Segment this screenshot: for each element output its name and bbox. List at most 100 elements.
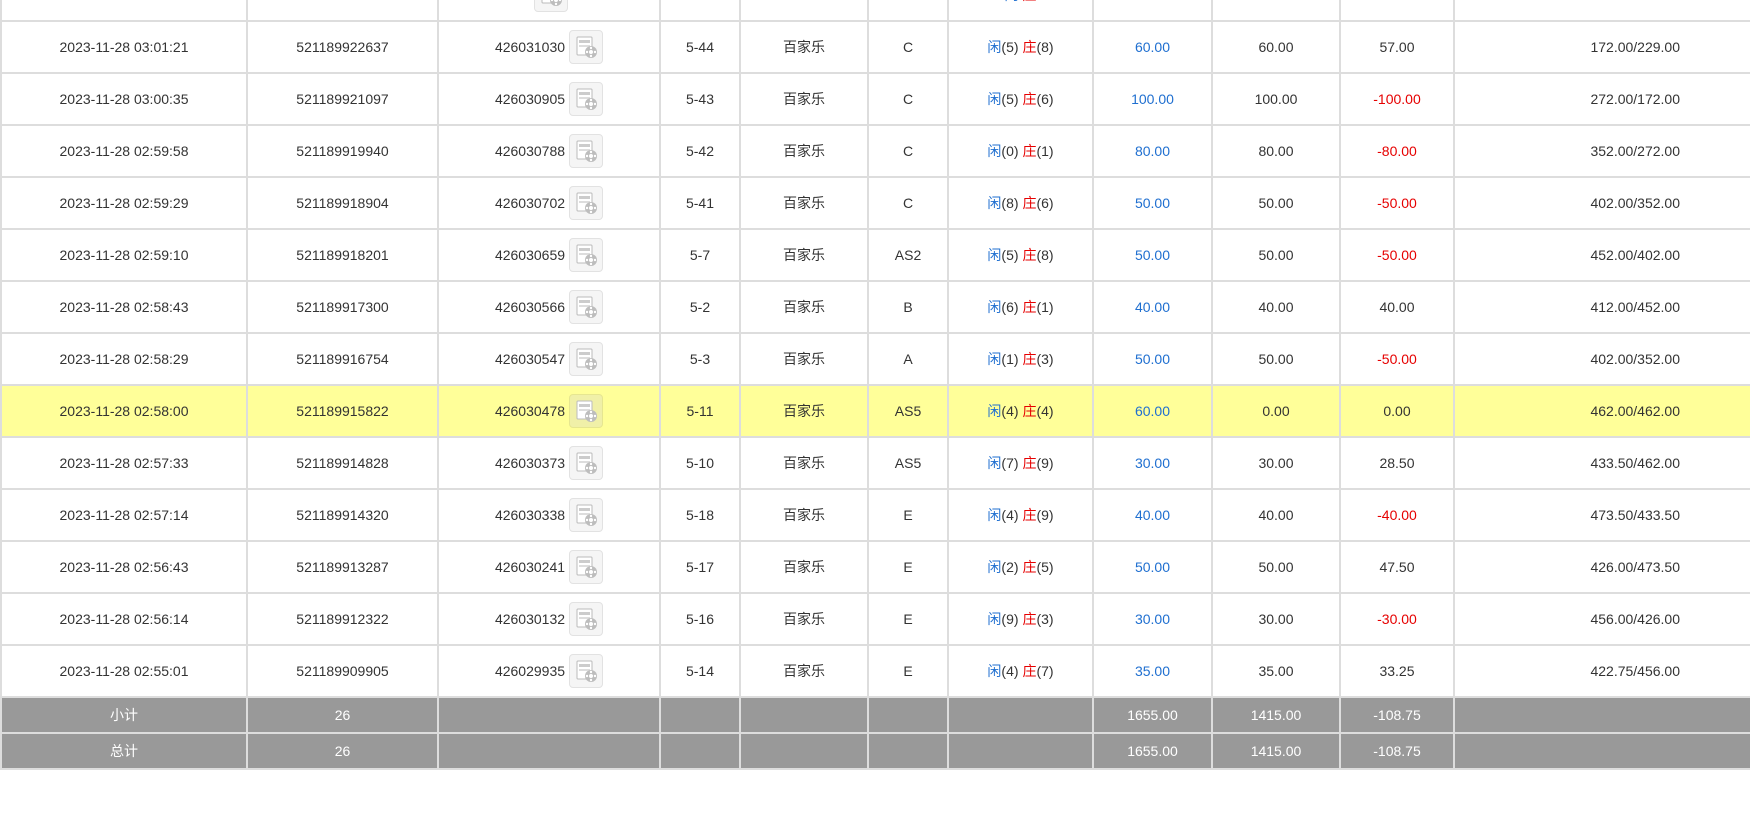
valid-bet: 50.00 [1211, 540, 1341, 594]
subtotal-row: 小计 26 1655.00 1415.00 -108.75 [0, 696, 1750, 734]
banker-label: 庄 [1022, 143, 1037, 159]
bet-time: 2023-11-28 02:58:00 [0, 384, 248, 438]
round-number: 426030478 [494, 403, 566, 419]
player-label: 闲 [1005, 0, 1019, 3]
order-number: 521189921097 [246, 72, 439, 126]
balance: 473.50/433.50 [1453, 488, 1750, 542]
order-number: 521189916754 [246, 332, 439, 386]
balance: 452.00/402.00 [1453, 228, 1750, 282]
order-number: 521189922637 [246, 20, 439, 74]
order-number: 521189918201 [246, 228, 439, 282]
table-name [867, 0, 949, 22]
table-row: 2023-11-28 02:58:00 521189915822 426030478… [0, 384, 1750, 438]
video-replay-icon[interactable] [569, 238, 604, 272]
bet-amount: 40.00 [1092, 488, 1213, 542]
banker-points: (6) [1036, 91, 1054, 107]
banker-label: 庄 [1022, 507, 1037, 523]
player-points: (5) [1001, 247, 1019, 263]
player-label: 闲 [987, 299, 1002, 315]
table-name: A [867, 332, 949, 386]
balance: 462.00/462.00 [1453, 384, 1750, 438]
video-replay-icon[interactable] [569, 498, 604, 532]
game-result: 闲(7) 庄(9) [947, 436, 1094, 490]
banker-label: 庄 [1022, 39, 1037, 55]
video-replay-icon[interactable] [569, 446, 604, 480]
balance: 422.75/456.00 [1453, 644, 1750, 698]
valid-bet: 40.00 [1211, 488, 1341, 542]
game-result: 闲(2) 庄(5) [947, 540, 1094, 594]
win-loss: 33.25 [1339, 644, 1455, 698]
banker-label: 庄 [1022, 403, 1037, 419]
bet-records-table: 闲 庄 2023-11-28 03:01:21521189922637 426031… [0, 0, 1750, 770]
banker-points: (4) [1036, 403, 1054, 419]
video-replay-icon[interactable] [569, 82, 604, 116]
video-replay-icon[interactable] [569, 342, 604, 376]
video-replay-icon[interactable] [534, 0, 568, 12]
banker-label: 庄 [1022, 299, 1037, 315]
shoe-number: 5-11 [659, 384, 741, 438]
win-loss: 57.00 [1339, 20, 1455, 74]
bet-time: 2023-11-28 02:57:14 [0, 488, 248, 542]
table-name: E [867, 488, 949, 542]
table-row: 2023-11-28 02:57:14 521189914320 426030338… [0, 488, 1750, 542]
balance: 172.00/229.00 [1453, 20, 1750, 74]
player-points: (1) [1001, 351, 1019, 367]
valid-bet: 40.00 [1211, 280, 1341, 334]
video-replay-icon[interactable] [569, 394, 604, 428]
bet-amount: 60.00 [1092, 20, 1213, 74]
shoe-number: 5-3 [659, 332, 741, 386]
bet-time: 2023-11-28 02:59:58 [0, 124, 248, 178]
table-row: 闲 庄 [0, 0, 1750, 22]
player-label: 闲 [987, 455, 1002, 471]
win-loss: -50.00 [1339, 228, 1455, 282]
shoe-number: 5-18 [659, 488, 741, 542]
banker-points: (6) [1036, 195, 1054, 211]
bet-time: 2023-11-28 02:59:29 [0, 176, 248, 230]
total-bet: 1655.00 [1092, 732, 1213, 770]
win-loss: 40.00 [1339, 280, 1455, 334]
player-points: (2) [1001, 559, 1019, 575]
video-replay-icon[interactable] [569, 290, 604, 324]
game-type: 百家乐 [739, 72, 869, 126]
shoe-number: 5-17 [659, 540, 741, 594]
table-name: AS5 [867, 436, 949, 490]
banker-label: 庄 [1022, 195, 1037, 211]
video-replay-icon[interactable] [569, 30, 604, 64]
balance: 272.00/172.00 [1453, 72, 1750, 126]
table-name: E [867, 644, 949, 698]
game-result: 闲(4) 庄(9) [947, 488, 1094, 542]
round-number: 426030373 [494, 455, 566, 471]
round-cell: 426030702 [437, 176, 661, 230]
game-type: 百家乐 [739, 644, 869, 698]
bet-amount: 35.00 [1092, 644, 1213, 698]
video-replay-icon[interactable] [569, 550, 604, 584]
bet-time: 2023-11-28 02:59:10 [0, 228, 248, 282]
banker-label: 庄 [1022, 611, 1037, 627]
player-points: (7) [1001, 455, 1019, 471]
banker-label: 庄 [1022, 663, 1037, 679]
bet-time [0, 0, 248, 22]
table-name: E [867, 592, 949, 646]
player-label: 闲 [987, 663, 1002, 679]
game-result: 闲(5) 庄(6) [947, 72, 1094, 126]
game-type [739, 0, 869, 22]
banker-label: 庄 [1022, 247, 1037, 263]
video-replay-icon[interactable] [569, 186, 604, 220]
bet-amount: 50.00 [1092, 176, 1213, 230]
player-label: 闲 [987, 351, 1002, 367]
game-type: 百家乐 [739, 280, 869, 334]
video-replay-icon[interactable] [569, 602, 604, 636]
bet-amount: 50.00 [1092, 540, 1213, 594]
table-body: 闲 庄 2023-11-28 03:01:21521189922637 426031… [0, 0, 1750, 698]
win-loss: -50.00 [1339, 332, 1455, 386]
player-label: 闲 [987, 611, 1002, 627]
video-replay-icon[interactable] [569, 134, 604, 168]
subtotal-label: 小计 [0, 696, 248, 734]
table-name: C [867, 176, 949, 230]
banker-label: 庄 [1022, 351, 1037, 367]
order-number: 521189914828 [246, 436, 439, 490]
bet-time: 2023-11-28 02:58:43 [0, 280, 248, 334]
player-label: 闲 [987, 507, 1002, 523]
video-replay-icon[interactable] [569, 654, 604, 688]
game-type: 百家乐 [739, 228, 869, 282]
